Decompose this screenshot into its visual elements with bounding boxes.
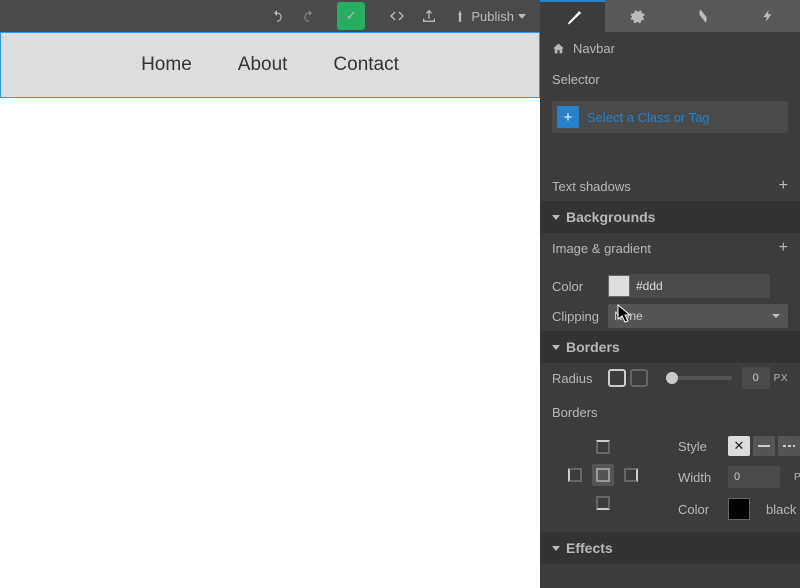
border-right-button[interactable] bbox=[620, 464, 642, 486]
image-gradient-row[interactable]: Image & gradient + bbox=[540, 233, 800, 263]
add-text-shadow-button[interactable]: + bbox=[779, 177, 788, 195]
radius-individual-button[interactable] bbox=[630, 369, 648, 387]
clipping-row: Clipping None bbox=[540, 301, 800, 331]
border-width-unit: PX bbox=[794, 472, 800, 483]
status-check-icon[interactable]: ✓ bbox=[337, 2, 365, 30]
radius-label: Radius bbox=[552, 371, 608, 386]
radius-slider[interactable] bbox=[666, 376, 732, 380]
border-style-label: Style bbox=[678, 439, 718, 454]
publish-label: Publish bbox=[471, 9, 514, 24]
canvas[interactable]: Home About Contact bbox=[0, 32, 540, 588]
image-gradient-label: Image & gradient bbox=[552, 241, 651, 256]
clipping-select[interactable]: None bbox=[608, 304, 788, 328]
border-side-picker bbox=[552, 432, 654, 518]
nav-link-about[interactable]: About bbox=[238, 54, 288, 76]
export-button[interactable] bbox=[415, 2, 443, 30]
add-class-button[interactable]: + bbox=[557, 106, 579, 128]
radius-unit: PX bbox=[774, 373, 788, 384]
border-all-button[interactable] bbox=[592, 464, 614, 486]
border-style-buttons: ✕ bbox=[728, 436, 800, 456]
effects-accordion[interactable]: Effects bbox=[540, 532, 800, 564]
border-width-input[interactable] bbox=[728, 466, 780, 488]
tab-interactions[interactable] bbox=[670, 0, 735, 32]
code-button[interactable] bbox=[383, 2, 411, 30]
caret-down-icon bbox=[552, 215, 560, 220]
breadcrumb-label: Navbar bbox=[573, 41, 615, 56]
selector-placeholder[interactable]: Select a Class or Tag bbox=[587, 110, 710, 125]
border-color-value: black bbox=[766, 502, 796, 517]
nav-link-contact[interactable]: Contact bbox=[333, 54, 398, 76]
border-width-label: Width bbox=[678, 470, 718, 485]
caret-down-icon bbox=[552, 546, 560, 551]
caret-down-icon bbox=[552, 345, 560, 350]
publish-button[interactable]: Publish bbox=[447, 9, 532, 24]
selector-input[interactable]: + Select a Class or Tag bbox=[552, 101, 788, 133]
toolbar: ✓ Publish bbox=[0, 0, 540, 32]
border-color-swatch[interactable] bbox=[728, 498, 750, 520]
add-bg-button[interactable]: + bbox=[779, 239, 788, 257]
borders-header: Borders bbox=[566, 339, 620, 355]
slider-thumb[interactable] bbox=[666, 372, 678, 384]
border-style-dashed[interactable] bbox=[778, 436, 800, 456]
selector-header: Selector bbox=[540, 64, 800, 95]
navbar-element[interactable]: Home About Contact bbox=[0, 32, 540, 98]
text-shadows-header[interactable]: Text shadows + bbox=[540, 171, 800, 201]
text-shadows-label: Text shadows bbox=[552, 179, 631, 194]
border-color-label: Color bbox=[678, 502, 718, 517]
breadcrumb: Navbar bbox=[540, 32, 800, 64]
border-style-solid[interactable] bbox=[753, 436, 775, 456]
radius-input[interactable] bbox=[742, 367, 770, 389]
border-top-button[interactable] bbox=[592, 436, 614, 458]
backgrounds-header: Backgrounds bbox=[566, 209, 655, 225]
nav-link-home[interactable]: Home bbox=[141, 54, 192, 76]
chevron-down-icon bbox=[518, 14, 526, 19]
bg-color-row: Color bbox=[540, 271, 800, 301]
radius-row: Radius PX bbox=[540, 363, 800, 393]
undo-button[interactable] bbox=[263, 2, 291, 30]
effects-header: Effects bbox=[566, 540, 613, 556]
style-panel: Navbar Selector + Select a Class or Tag … bbox=[540, 0, 800, 588]
border-left-button[interactable] bbox=[564, 464, 586, 486]
backgrounds-accordion[interactable]: Backgrounds bbox=[540, 201, 800, 233]
borders-subheader: Borders bbox=[540, 401, 800, 428]
panel-tabs bbox=[540, 0, 800, 32]
tab-styles[interactable] bbox=[540, 0, 605, 32]
borders-accordion[interactable]: Borders bbox=[540, 331, 800, 363]
bg-color-label: Color bbox=[552, 279, 608, 294]
redo-button[interactable] bbox=[295, 2, 323, 30]
bg-color-swatch[interactable] bbox=[608, 275, 630, 297]
radius-all-button[interactable] bbox=[608, 369, 626, 387]
border-style-none[interactable]: ✕ bbox=[728, 436, 750, 456]
border-bottom-button[interactable] bbox=[592, 492, 614, 514]
tab-settings[interactable] bbox=[605, 0, 670, 32]
bg-color-input[interactable] bbox=[630, 274, 770, 298]
tab-actions[interactable] bbox=[735, 0, 800, 32]
clipping-label: Clipping bbox=[552, 309, 608, 324]
